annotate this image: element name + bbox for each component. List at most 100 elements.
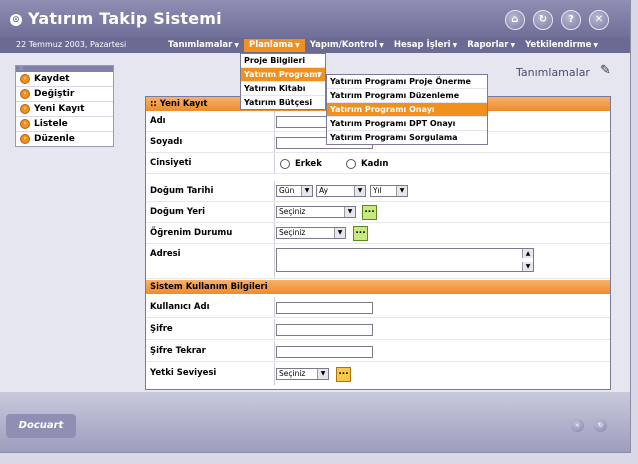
column-divider — [274, 244, 275, 278]
birth-month-value: Ay — [319, 186, 329, 195]
column-divider — [274, 363, 275, 385]
birthplace-value: Seçiniz — [279, 207, 306, 216]
app-logo-icon: ⊙ — [10, 14, 22, 26]
row-yetki: Yetki Seviyesi Seçiniz ▼ ... — [146, 363, 610, 385]
menu-item-yatirim-programi[interactable]: Yatırım Programı ▼ — [241, 68, 325, 82]
gender-male-label: Erkek — [295, 159, 322, 169]
column-divider — [274, 153, 275, 173]
chevron-down-icon: ▼ — [452, 42, 458, 49]
menu-item-yatirim-butcesi[interactable]: Yatırım Bütçesi — [241, 96, 325, 109]
permission-more-button[interactable]: ... — [336, 367, 351, 382]
menu-item-yatirim-kitabi[interactable]: Yatırım Kitabı — [241, 82, 325, 96]
home-icon[interactable]: ⌂ — [505, 10, 525, 30]
side-item-label: Yeni Kayıt — [34, 104, 85, 114]
birth-day-value: Gün — [279, 186, 295, 195]
password-input[interactable] — [276, 324, 373, 336]
submenu-onayi[interactable]: Yatırım Programı Onayı — [327, 103, 487, 117]
row-sifre: Şifre — [146, 319, 610, 340]
row-dogum-tarihi: Doğum Tarihi Gün ▼ Ay ▼ Yıl ▼ — [146, 181, 610, 202]
birth-year-select[interactable]: Yıl ▼ — [370, 185, 408, 197]
label-cinsiyet: Cinsiyeti — [150, 158, 192, 168]
arrow-right-icon: › — [20, 119, 30, 129]
refresh-icon[interactable]: ↻ — [594, 419, 607, 432]
menu-hesap-isleri[interactable]: Hesap İşleri ▼ — [389, 39, 462, 52]
menu-planlama[interactable]: Planlama ▼ — [243, 39, 305, 52]
menu-tanimlamalar-label: Tanımlamalar — [168, 40, 233, 50]
row-adres: Adresi ▲ ▼ — [146, 244, 610, 279]
chevron-down-icon: ▼ — [317, 71, 322, 78]
label-yetki: Yetki Seviyesi — [150, 368, 217, 378]
submenu-duzenleme[interactable]: Yatırım Programı Düzenleme — [327, 89, 487, 103]
birth-day-select[interactable]: Gün ▼ — [276, 185, 313, 197]
birthplace-more-button[interactable]: ... — [362, 205, 377, 220]
column-divider — [274, 181, 275, 201]
current-date: 22 Temmuz 2003, Pazartesi — [16, 40, 127, 49]
education-more-button[interactable]: ... — [353, 226, 368, 241]
menu-yetkilendirme-label: Yetkilendirme — [525, 40, 592, 50]
side-item-label: Listele — [34, 119, 68, 129]
side-item-listele[interactable]: › Listele — [16, 117, 113, 132]
submenu-dpt-onayi[interactable]: Yatırım Programı DPT Onayı — [327, 117, 487, 131]
menu-hesap-isleri-label: Hesap İşleri — [393, 40, 451, 50]
menu-planlama-label: Planlama — [248, 40, 294, 50]
side-item-label: Düzenle — [34, 134, 75, 144]
arrow-right-icon: › — [20, 104, 30, 114]
menu-tanimlamalar[interactable]: Tanımlamalar ▼ — [163, 39, 244, 52]
column-divider — [274, 297, 275, 317]
app-window: ⊙ Yatırım Takip Sistemi ⌂ ↻ ? ✕ 22 Temmuz… — [0, 0, 631, 453]
birthplace-select[interactable]: Seçiniz ▼ — [276, 206, 356, 218]
page-title: Tanımlamalar — [516, 66, 590, 79]
close-icon[interactable]: ✕ — [589, 10, 609, 30]
chevron-down-icon: ▼ — [344, 207, 355, 217]
menu-raporlar[interactable]: Raporlar ▼ — [462, 39, 520, 52]
label-adres: Adresi — [150, 249, 181, 259]
permission-level-value: Seçiniz — [279, 369, 306, 378]
submenu-proje-onerme[interactable]: Yatırım Programı Proje Önerme — [327, 75, 487, 89]
gender-female-radio[interactable] — [346, 159, 356, 169]
menu-yapim-kontrol[interactable]: Yapım/Kontrol ▼ — [305, 39, 389, 52]
chevron-down-icon: ▼ — [234, 42, 239, 49]
side-item-duzenle[interactable]: › Düzenle — [16, 132, 113, 146]
menu-yapim-kontrol-label: Yapım/Kontrol — [309, 40, 378, 50]
side-item-yeni-kayit[interactable]: › Yeni Kayıt — [16, 102, 113, 117]
gender-male-radio[interactable] — [280, 159, 290, 169]
side-item-label: Kaydet — [34, 74, 70, 84]
menu-item-proje-bilgileri[interactable]: Proje Bilgileri — [241, 54, 325, 68]
submenu-sorgulama[interactable]: Yatırım Programı Sorgulama — [327, 131, 487, 144]
education-select[interactable]: Seçiniz ▼ — [276, 227, 346, 239]
side-item-degistir[interactable]: › Değiştir — [16, 87, 113, 102]
birth-month-select[interactable]: Ay ▼ — [316, 185, 366, 197]
refresh-icon[interactable]: ↻ — [533, 10, 553, 30]
label-sifre: Şifre — [150, 324, 173, 334]
column-divider — [274, 111, 275, 131]
label-sifre-tekrar: Şifre Tekrar — [150, 346, 206, 356]
scroll-up-icon[interactable]: ▲ — [522, 249, 533, 258]
side-item-kaydet[interactable]: › Kaydet — [16, 72, 113, 87]
chevron-down-icon: ▼ — [593, 42, 598, 49]
menu-yetkilendirme[interactable]: Yetkilendirme ▼ — [520, 39, 603, 52]
address-textarea[interactable]: ▲ ▼ — [276, 248, 534, 272]
main-menu: Tanımlamalar ▼ Planlama ▼ Yapım/Kontrol ▼ H… — [163, 38, 603, 53]
column-divider — [274, 132, 275, 152]
row-dogum-yeri: Doğum Yeri Seçiniz ▼ ... — [146, 202, 610, 223]
side-item-label: Değiştir — [34, 89, 75, 99]
arrow-right-icon: › — [20, 134, 30, 144]
gender-female-label: Kadın — [361, 159, 389, 169]
chevron-down-icon: ▼ — [334, 228, 345, 238]
password-repeat-input[interactable] — [276, 346, 373, 358]
rewind-icon[interactable]: « — [571, 419, 584, 432]
label-adi: Adı — [150, 116, 166, 126]
planlama-dropdown: Proje Bilgileri Yatırım Programı ▼ Yatırı… — [240, 53, 326, 110]
column-divider — [274, 341, 275, 361]
label-dogum-yeri: Doğum Yeri — [150, 207, 206, 217]
help-icon[interactable]: ? — [561, 10, 581, 30]
label-kullanici: Kullanıcı Adı — [150, 302, 210, 312]
footer: Docuart « ↻ — [0, 392, 630, 452]
pen-icon: ✎ — [600, 63, 611, 78]
label-dogum-tarihi: Doğum Tarihi — [150, 186, 214, 196]
scroll-down-icon[interactable]: ▼ — [522, 262, 533, 271]
permission-level-select[interactable]: Seçiniz ▼ — [276, 368, 329, 380]
username-input[interactable] — [276, 302, 373, 314]
chevron-down-icon: ▼ — [295, 42, 300, 49]
yatirim-programi-submenu: Yatırım Programı Proje Önerme Yatırım Pr… — [326, 74, 488, 145]
